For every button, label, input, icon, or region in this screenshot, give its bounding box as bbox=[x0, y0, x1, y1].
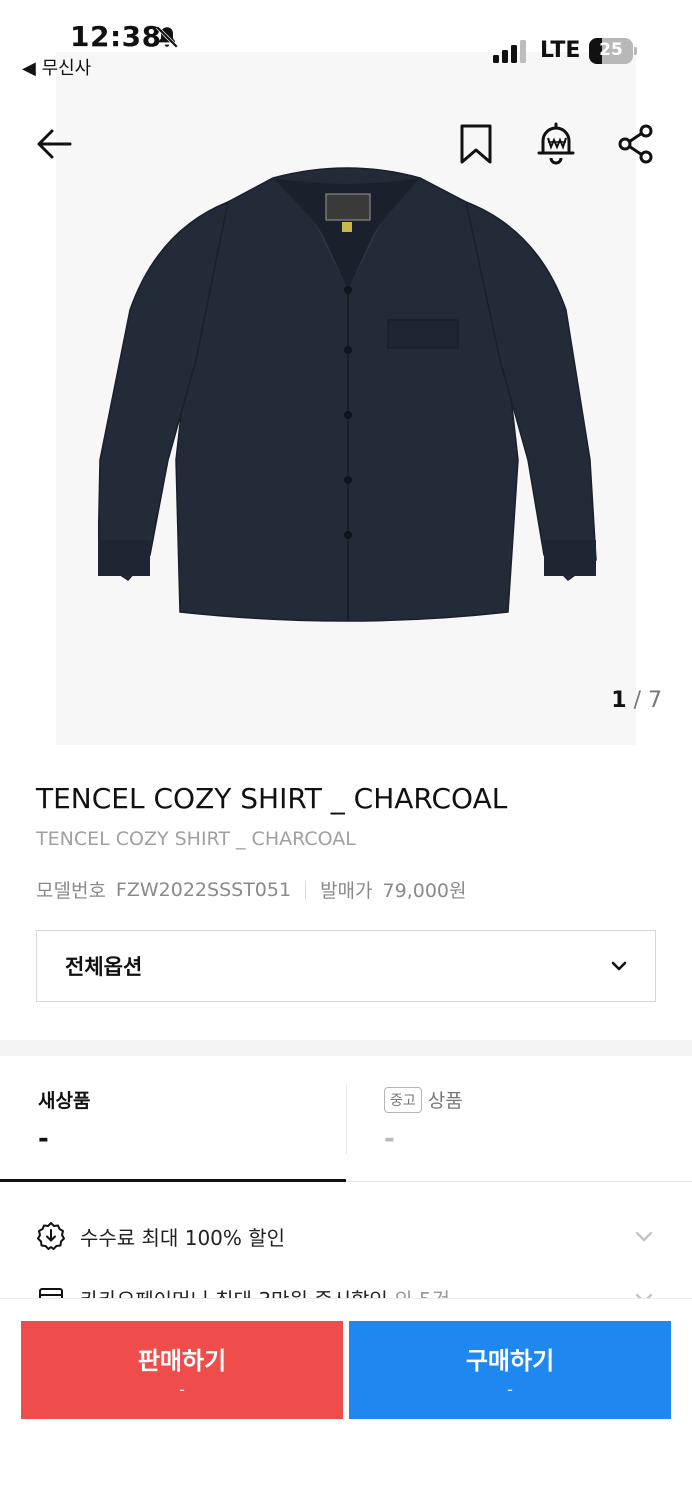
tab-used-label: 상품 bbox=[427, 1090, 463, 1112]
buy-button[interactable]: 구매하기 - bbox=[349, 1321, 671, 1419]
discount-icon bbox=[37, 1222, 65, 1250]
back-arrow-icon[interactable] bbox=[32, 122, 76, 166]
image-counter: 1 / 7 bbox=[611, 688, 662, 713]
buy-button-price: - bbox=[507, 1380, 513, 1399]
bottom-action-bar: 판매하기 - 구매하기 - bbox=[0, 1298, 692, 1500]
release-price: 79,000원 bbox=[382, 880, 467, 902]
product-meta: 모델번호 FZW2022SSST051 발매가 79,000원 bbox=[36, 876, 466, 903]
bell-off-icon bbox=[156, 26, 178, 48]
chevron-down-icon bbox=[635, 1231, 653, 1242]
battery-level: 25 bbox=[599, 40, 623, 60]
tab-used-price: - bbox=[384, 1124, 395, 1154]
model-number: FZW2022SSST051 bbox=[115, 878, 292, 901]
tab-new-label: 새상품 bbox=[38, 1090, 91, 1112]
tab-new-product[interactable]: 새상품 - bbox=[0, 1056, 346, 1182]
meta-divider bbox=[305, 880, 307, 899]
used-badge: 중고 bbox=[384, 1087, 422, 1113]
price-alert-icon[interactable] bbox=[534, 122, 578, 166]
option-select[interactable]: 전체옵션 bbox=[36, 930, 656, 1002]
tab-separator bbox=[346, 1084, 347, 1154]
tab-used-product[interactable]: 중고 상품 - bbox=[346, 1056, 692, 1182]
image-current: 1 bbox=[611, 688, 627, 713]
tab-used-label-wrap: 중고 상품 bbox=[384, 1086, 463, 1113]
image-total: / 7 bbox=[633, 688, 662, 713]
sell-button-price: - bbox=[179, 1380, 185, 1399]
product-subtitle: TENCEL COZY SHIRT _ CHARCOAL bbox=[36, 828, 356, 850]
signal-icon bbox=[493, 40, 526, 63]
back-to-app[interactable]: ◀ 무신사 bbox=[22, 54, 91, 80]
status-time: 12:38 bbox=[70, 20, 162, 53]
chevron-down-icon bbox=[611, 961, 627, 971]
battery-icon: 25 bbox=[589, 38, 637, 64]
network-type: LTE bbox=[540, 38, 581, 63]
release-price-label: 발매가 bbox=[320, 880, 373, 902]
option-select-label: 전체옵션 bbox=[65, 955, 143, 979]
model-label: 모델번호 bbox=[36, 880, 106, 902]
bookmark-icon[interactable] bbox=[454, 122, 498, 166]
buy-button-label: 구매하기 bbox=[465, 1347, 555, 1375]
tab-new-price: - bbox=[38, 1124, 49, 1154]
sell-button-label: 판매하기 bbox=[137, 1347, 227, 1375]
sell-button[interactable]: 판매하기 - bbox=[21, 1321, 343, 1419]
product-title: TENCEL COZY SHIRT _ CHARCOAL bbox=[36, 782, 508, 815]
share-icon[interactable] bbox=[614, 122, 658, 166]
benefit-fee-discount[interactable]: 수수료 최대 100% 할인 bbox=[36, 1216, 656, 1256]
benefit-text: 수수료 최대 100% 할인 bbox=[80, 1225, 286, 1250]
product-image[interactable] bbox=[98, 160, 598, 630]
section-divider bbox=[0, 1040, 692, 1056]
